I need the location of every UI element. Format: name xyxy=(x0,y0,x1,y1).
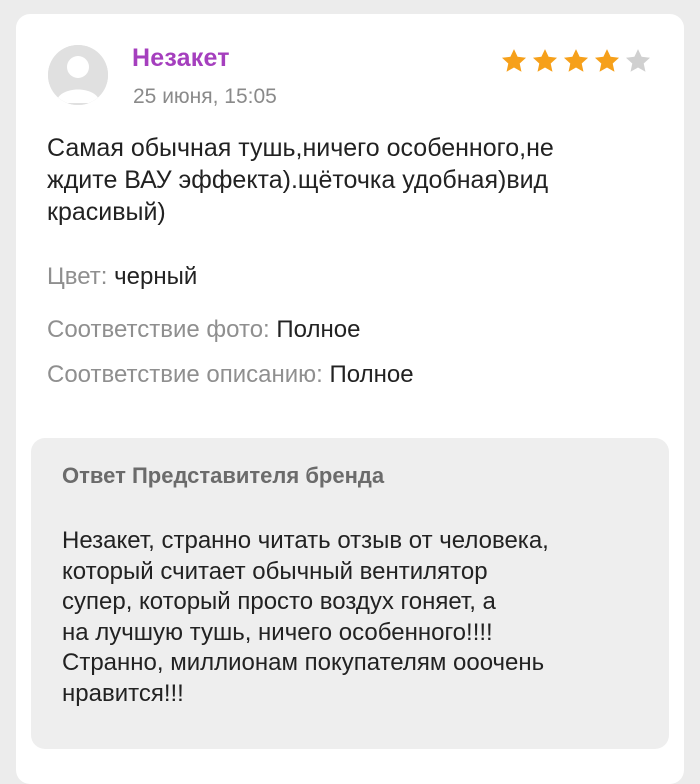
star-icon xyxy=(562,47,590,75)
reply-text-line: Странно, миллионам покупателям ооочень xyxy=(62,649,545,676)
reply-text-line: нравится!!! xyxy=(62,679,184,707)
attribute-value: Полное xyxy=(276,316,361,343)
review-text: Самая обычная тушь,ничего особенного,не … xyxy=(47,132,657,228)
avatar[interactable] xyxy=(48,45,108,105)
star-icon xyxy=(593,47,621,75)
review-text-line: ждите ВАУ эффекта).щёточка удобная)вид xyxy=(47,166,549,194)
attribute-photo-match: Соответствие фото: Полное xyxy=(47,316,360,344)
review-card: Незакет 25 июня, 15:05 Самая обычная туш… xyxy=(16,14,684,784)
reply-text-line: который считает обычный вентилятор xyxy=(62,557,488,585)
review-text-line: красивый) xyxy=(47,198,166,226)
star-icon xyxy=(624,47,652,75)
reply-text-line: супер, который просто воздух гоняет, а xyxy=(62,588,496,615)
attribute-label: Цвет: xyxy=(47,263,108,290)
attribute-value: Полное xyxy=(329,361,414,388)
review-date: 25 июня, 15:05 xyxy=(133,85,277,108)
attribute-label: Соответствие описанию: xyxy=(47,361,323,388)
reply-text: Незакет, странно читать отзыв от человек… xyxy=(62,526,652,709)
author-name[interactable]: Незакет xyxy=(132,44,230,73)
reply-text-line: на лучшую тушь, ничего особенного!!!! xyxy=(62,618,493,646)
attribute-color: Цвет: черный xyxy=(47,263,197,291)
user-placeholder-icon xyxy=(48,45,108,105)
attribute-label: Соответствие фото: xyxy=(47,316,270,343)
star-icon xyxy=(531,47,559,75)
star-icon xyxy=(500,47,528,75)
reply-title: Ответ Представителя бренда xyxy=(62,463,385,488)
rating-stars xyxy=(500,47,652,75)
attribute-value: черный xyxy=(114,263,198,290)
review-text-line: Самая обычная тушь,ничего особенного,не xyxy=(47,134,554,162)
reply-text-line: Незакет, странно читать отзыв от человек… xyxy=(62,527,549,554)
brand-reply: Ответ Представителя бренда Незакет, стра… xyxy=(31,438,669,749)
attribute-description-match: Соответствие описанию: Полное xyxy=(47,361,414,389)
